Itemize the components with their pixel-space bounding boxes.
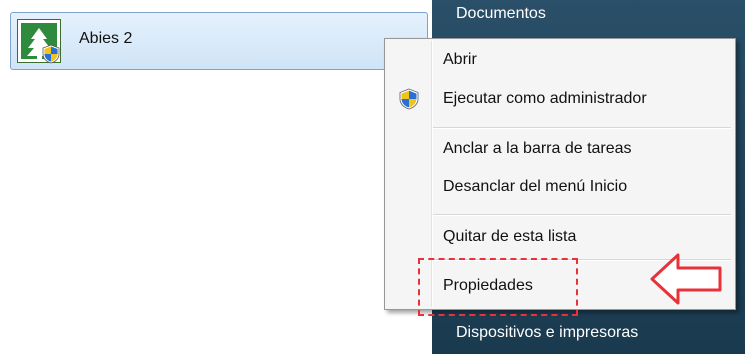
menu-separator xyxy=(433,127,731,129)
menu-item-label: Ejecutar como administrador xyxy=(443,90,647,107)
left-arrow-annotation-icon xyxy=(648,252,724,306)
menu-item-label: Quitar de esta lista xyxy=(443,228,577,245)
menu-item-label: Desanclar del menú Inicio xyxy=(443,178,628,195)
menu-item-label: Anclar a la barra de tareas xyxy=(443,140,632,157)
uac-shield-icon xyxy=(398,88,420,110)
menu-item-quitar-lista[interactable]: Quitar de esta lista xyxy=(387,222,733,252)
menu-item-anclar-barra-tareas[interactable]: Anclar a la barra de tareas xyxy=(387,134,733,164)
menu-item-abrir[interactable]: Abrir xyxy=(387,45,733,75)
abies-tree-icon xyxy=(17,19,61,64)
menu-separator xyxy=(433,214,731,216)
pinned-program-label: Abies 2 xyxy=(79,30,133,47)
pinned-program-abies[interactable]: Abies 2 xyxy=(10,12,428,70)
menu-item-desanclar-inicio[interactable]: Desanclar del menú Inicio xyxy=(387,172,733,202)
highlight-annotation-box xyxy=(418,258,578,316)
start-item-documentos[interactable]: Documentos xyxy=(456,5,546,23)
menu-item-ejecutar-administrador[interactable]: Ejecutar como administrador xyxy=(387,84,733,114)
menu-item-label: Abrir xyxy=(443,51,477,68)
start-item-dispositivos-impresoras[interactable]: Dispositivos e impresoras xyxy=(456,324,638,342)
